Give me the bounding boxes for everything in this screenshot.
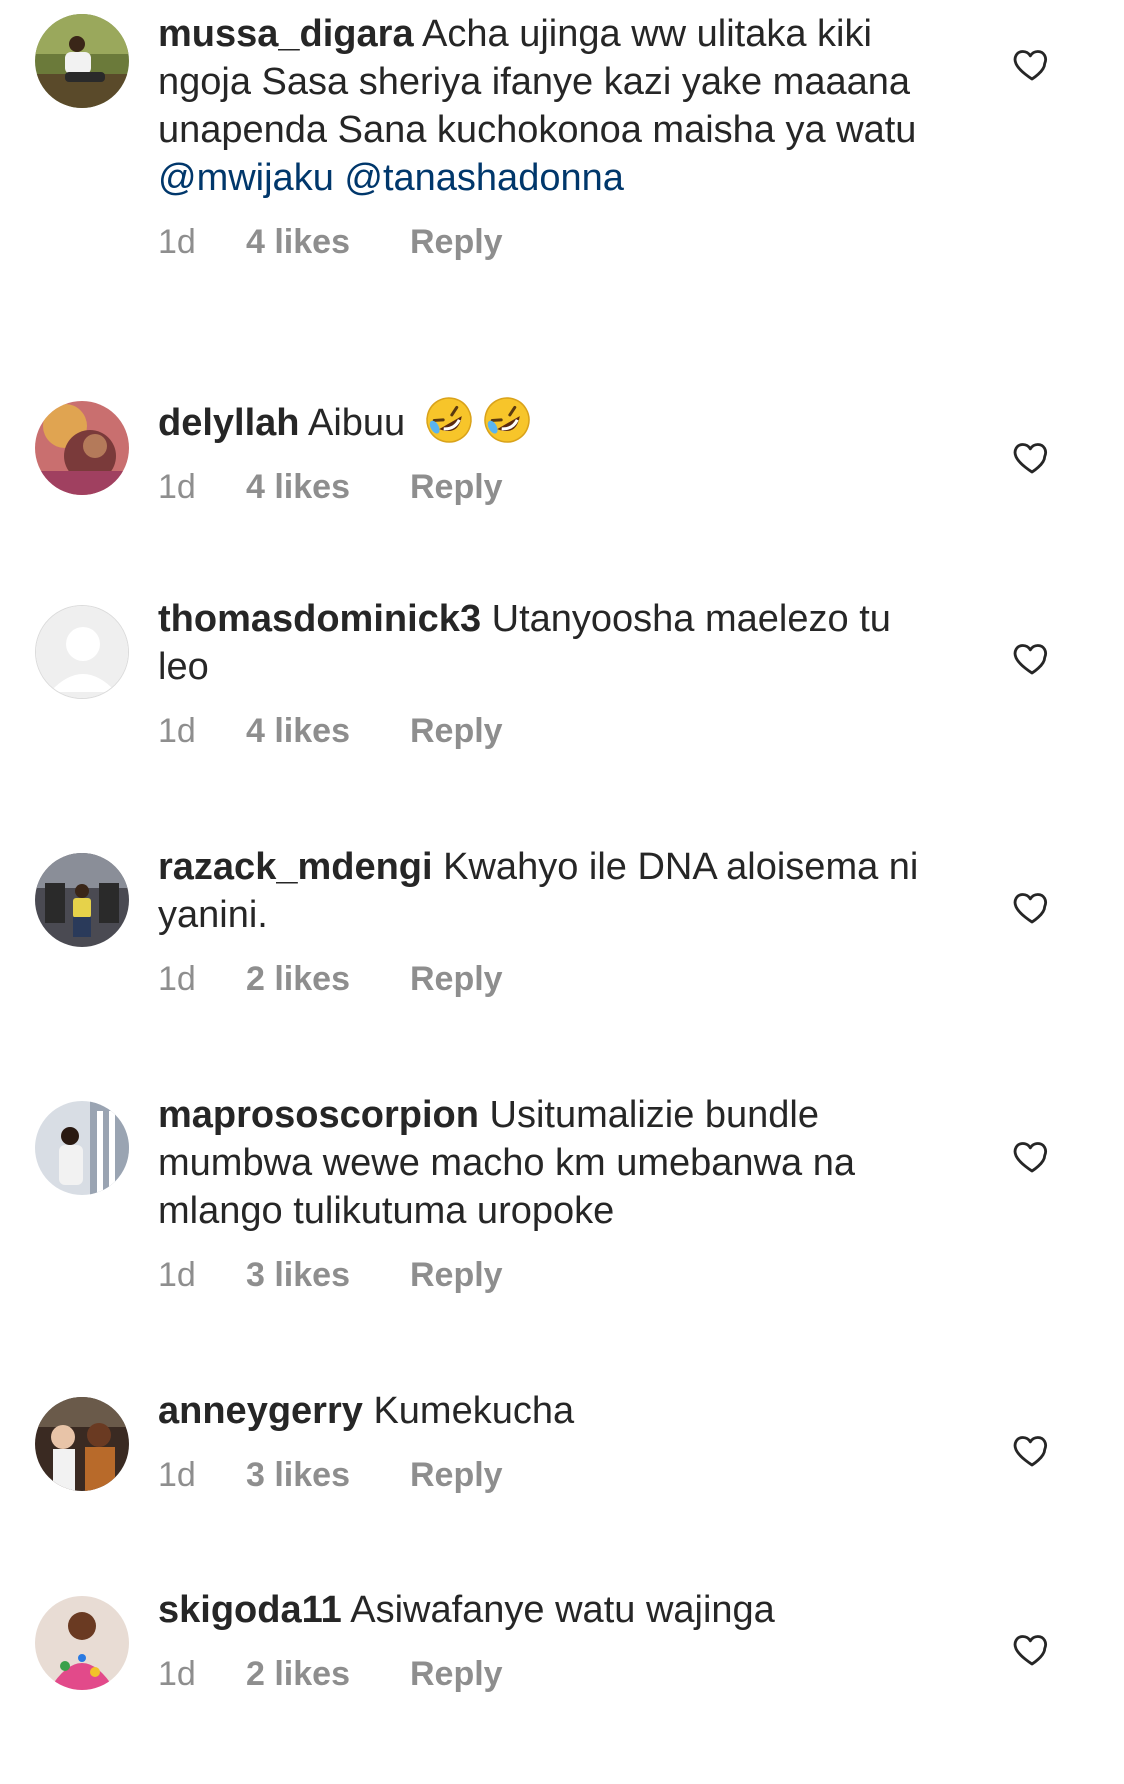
reply-button[interactable]: Reply — [410, 467, 503, 507]
comment-text: razack_mdengi Kwahyo ile DNA aloisema ni… — [158, 843, 948, 939]
mention-link[interactable]: @mwijaku — [158, 157, 334, 199]
username[interactable]: anneygerry — [158, 1390, 363, 1432]
rolling-on-floor-laughing-icon — [425, 397, 472, 443]
comment-meta: 1d 2 likes Reply — [158, 1654, 948, 1694]
comment-text: mussa_digara Acha ujinga ww ulitaka kiki… — [158, 10, 948, 202]
likes-count[interactable]: 4 likes — [246, 467, 410, 507]
rolling-on-floor-laughing-icon — [483, 397, 530, 443]
likes-count[interactable]: 2 likes — [246, 959, 410, 999]
username[interactable]: mussa_digara — [158, 13, 414, 55]
comment-body: mussa_digara Acha ujinga ww ulitaka kiki… — [158, 10, 948, 262]
heart-icon[interactable] — [1012, 437, 1052, 477]
comment-body: anneygerry Kumekucha 1d 3 likes Reply — [158, 1387, 948, 1495]
timestamp: 1d — [158, 712, 196, 750]
comment-meta: 1d 3 likes Reply — [158, 1455, 948, 1495]
mention-link[interactable]: @tanashadonna — [344, 157, 623, 199]
comment-text: maprososcorpion Usitumalizie bundle mumb… — [158, 1091, 948, 1235]
heart-icon[interactable] — [1012, 638, 1052, 678]
reply-button[interactable]: Reply — [410, 1654, 503, 1694]
comment-message: Asiwafanye watu wajinga — [350, 1589, 775, 1631]
comment-text: anneygerry Kumekucha — [158, 1387, 948, 1435]
avatar[interactable] — [35, 853, 129, 947]
comment-body: delyllah Aibuu 1d 4 likes Reply — [158, 395, 948, 507]
comment-body: thomasdominick3 Utanyoosha maelezo tu le… — [158, 595, 948, 751]
comment-body: maprososcorpion Usitumalizie bundle mumb… — [158, 1091, 948, 1295]
timestamp: 1d — [158, 1256, 196, 1294]
username[interactable]: maprososcorpion — [158, 1094, 479, 1136]
timestamp: 1d — [158, 1655, 196, 1693]
timestamp: 1d — [158, 1456, 196, 1494]
comment-meta: 1d 2 likes Reply — [158, 959, 948, 999]
avatar[interactable] — [35, 605, 129, 699]
avatar[interactable] — [35, 14, 129, 108]
username[interactable]: razack_mdengi — [158, 846, 433, 888]
likes-count[interactable]: 4 likes — [246, 711, 410, 751]
comment-body: razack_mdengi Kwahyo ile DNA aloisema ni… — [158, 843, 948, 999]
likes-count[interactable]: 3 likes — [246, 1255, 410, 1295]
heart-icon[interactable] — [1012, 887, 1052, 927]
reply-button[interactable]: Reply — [410, 959, 503, 999]
avatar[interactable] — [35, 1101, 129, 1195]
reply-button[interactable]: Reply — [410, 222, 503, 262]
comment-meta: 1d 4 likes Reply — [158, 467, 948, 507]
avatar[interactable] — [35, 1596, 129, 1690]
heart-icon[interactable] — [1012, 1430, 1052, 1470]
heart-icon[interactable] — [1012, 1136, 1052, 1176]
comment-meta: 1d 4 likes Reply — [158, 222, 948, 262]
comment-text: thomasdominick3 Utanyoosha maelezo tu le… — [158, 595, 948, 691]
timestamp: 1d — [158, 223, 196, 261]
timestamp: 1d — [158, 960, 196, 998]
timestamp: 1d — [158, 468, 196, 506]
username[interactable]: skigoda11 — [158, 1589, 342, 1631]
comment-meta: 1d 3 likes Reply — [158, 1255, 948, 1295]
username[interactable]: thomasdominick3 — [158, 598, 481, 640]
comment-body: skigoda11 Asiwafanye watu wajinga 1d 2 l… — [158, 1586, 948, 1694]
avatar[interactable] — [35, 401, 129, 495]
reply-button[interactable]: Reply — [410, 711, 503, 751]
likes-count[interactable]: 3 likes — [246, 1455, 410, 1495]
comment-message: Kumekucha — [373, 1390, 575, 1432]
heart-icon[interactable] — [1012, 1629, 1052, 1669]
reply-button[interactable]: Reply — [410, 1455, 503, 1495]
comment-text: skigoda11 Asiwafanye watu wajinga — [158, 1586, 948, 1634]
likes-count[interactable]: 2 likes — [246, 1654, 410, 1694]
comment-message: Aibuu — [307, 402, 406, 444]
reply-button[interactable]: Reply — [410, 1255, 503, 1295]
likes-count[interactable]: 4 likes — [246, 222, 410, 262]
avatar[interactable] — [35, 1397, 129, 1491]
heart-icon[interactable] — [1012, 44, 1052, 84]
comment-text: delyllah Aibuu — [158, 395, 948, 447]
username[interactable]: delyllah — [158, 402, 300, 444]
comment-meta: 1d 4 likes Reply — [158, 711, 948, 751]
